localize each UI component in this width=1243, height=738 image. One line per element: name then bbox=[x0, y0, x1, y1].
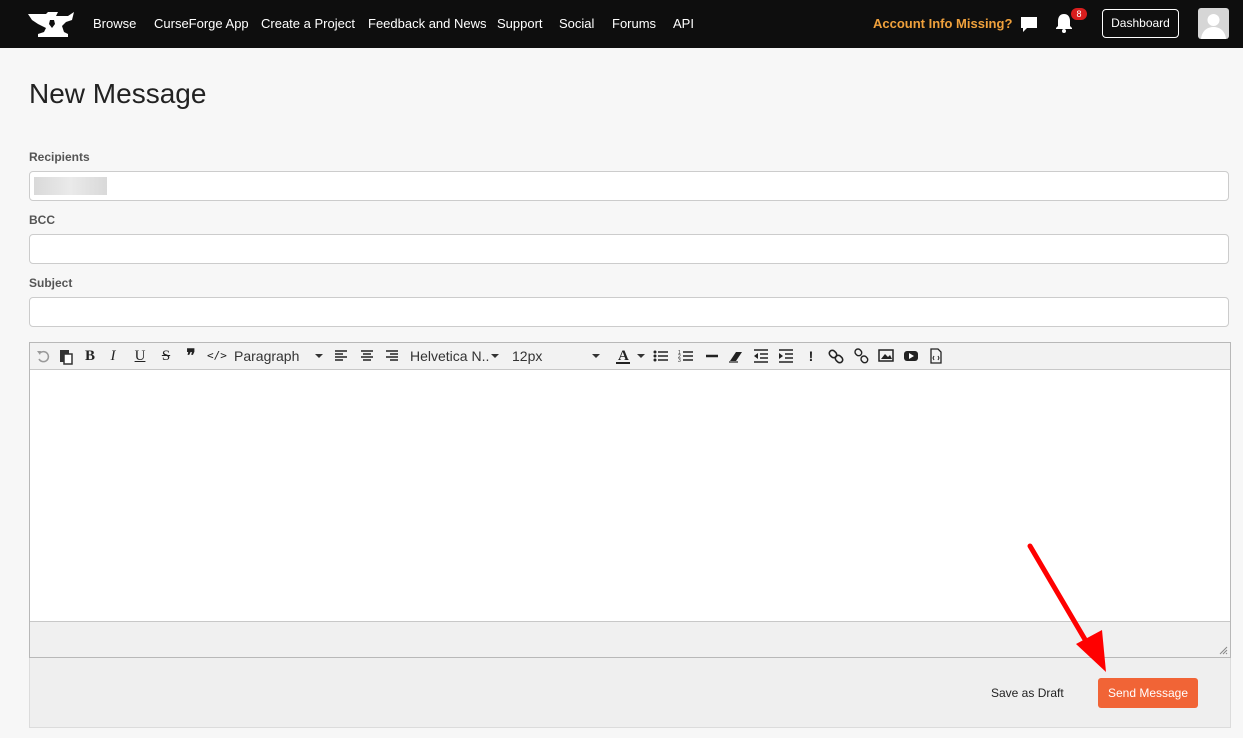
avatar-placeholder-icon bbox=[1201, 14, 1226, 39]
recipients-label: Recipients bbox=[29, 150, 90, 164]
svg-text:3: 3 bbox=[678, 358, 681, 364]
bcc-label: BCC bbox=[29, 213, 55, 227]
user-avatar[interactable] bbox=[1198, 8, 1229, 39]
nav-feedback-news[interactable]: Feedback and News bbox=[368, 16, 487, 31]
font-family-select[interactable]: Helvetica N.. bbox=[410, 347, 489, 365]
nav-browse[interactable]: Browse bbox=[93, 16, 136, 31]
resize-handle-icon[interactable] bbox=[1218, 645, 1228, 655]
send-message-button[interactable]: Send Message bbox=[1098, 678, 1198, 708]
editor-toolbar: B I U S ❞ </> Paragraph Helvetica N.. 12… bbox=[30, 343, 1230, 370]
dashboard-button[interactable]: Dashboard bbox=[1102, 9, 1179, 38]
nav-create-project[interactable]: Create a Project bbox=[261, 16, 355, 31]
font-size-select[interactable]: 12px bbox=[512, 347, 542, 365]
page-title: New Message bbox=[29, 78, 207, 109]
nav-forums[interactable]: Forums bbox=[612, 16, 656, 31]
recipients-field[interactable] bbox=[29, 171, 1229, 201]
bullet-list-icon[interactable] bbox=[653, 347, 669, 365]
redacted-recipient bbox=[34, 177, 107, 195]
top-navigation: Browse CurseForge App Create a Project F… bbox=[0, 0, 1243, 48]
nav-support[interactable]: Support bbox=[497, 16, 543, 31]
chevron-down-icon[interactable] bbox=[315, 354, 323, 358]
horizontal-rule-icon[interactable] bbox=[705, 347, 719, 365]
nav-social[interactable]: Social bbox=[559, 16, 594, 31]
unlink-icon[interactable] bbox=[853, 347, 869, 365]
font-color-icon[interactable]: A bbox=[615, 347, 631, 365]
image-icon[interactable] bbox=[878, 347, 894, 365]
code-icon[interactable]: </> bbox=[207, 347, 227, 365]
chevron-down-icon[interactable] bbox=[491, 354, 499, 358]
align-right-icon[interactable] bbox=[385, 347, 399, 365]
save-as-draft-button[interactable]: Save as Draft bbox=[991, 686, 1064, 700]
spoiler-icon[interactable]: ! bbox=[806, 347, 816, 365]
notification-count-badge: 8 bbox=[1071, 8, 1087, 20]
align-center-icon[interactable] bbox=[360, 347, 374, 365]
bcc-field[interactable] bbox=[29, 234, 1229, 264]
video-icon[interactable] bbox=[903, 347, 919, 365]
underline-icon[interactable]: U bbox=[133, 347, 147, 365]
nav-api[interactable]: API bbox=[673, 16, 694, 31]
strikethrough-icon[interactable]: S bbox=[159, 347, 173, 365]
link-icon[interactable] bbox=[828, 347, 844, 365]
account-info-missing-link[interactable]: Account Info Missing? bbox=[873, 16, 1012, 31]
chevron-down-icon[interactable] bbox=[637, 354, 645, 358]
subject-field[interactable] bbox=[29, 297, 1229, 327]
annotation-arrow-icon bbox=[1027, 543, 1106, 672]
block-format-select[interactable]: Paragraph bbox=[234, 347, 299, 365]
chevron-down-icon[interactable] bbox=[592, 354, 600, 358]
outdent-icon[interactable] bbox=[753, 347, 769, 365]
source-code-icon[interactable] bbox=[929, 347, 943, 365]
paste-icon[interactable] bbox=[58, 347, 74, 365]
curseforge-logo[interactable] bbox=[28, 10, 76, 38]
undo-icon[interactable] bbox=[36, 347, 50, 365]
svg-text:A: A bbox=[618, 348, 629, 364]
indent-icon[interactable] bbox=[778, 347, 794, 365]
italic-icon[interactable]: I bbox=[107, 347, 119, 365]
subject-label: Subject bbox=[29, 276, 73, 290]
blockquote-icon[interactable]: ❞ bbox=[183, 347, 199, 365]
bold-icon[interactable]: B bbox=[83, 347, 97, 365]
nav-curseforge-app[interactable]: CurseForge App bbox=[154, 16, 249, 31]
clear-format-icon[interactable] bbox=[728, 347, 744, 365]
align-left-icon[interactable] bbox=[334, 347, 348, 365]
numbered-list-icon[interactable]: 123 bbox=[678, 347, 694, 365]
chat-icon[interactable] bbox=[1019, 14, 1039, 34]
